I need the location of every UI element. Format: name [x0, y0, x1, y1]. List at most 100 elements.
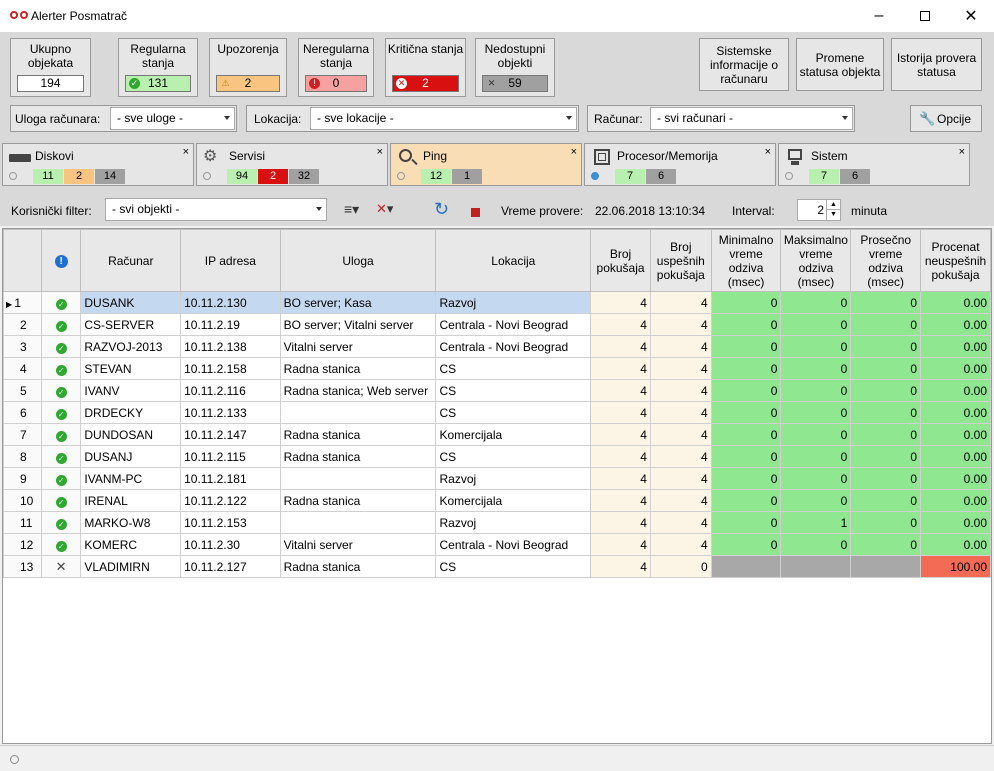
chevron-down-icon[interactable]: ▼	[826, 210, 840, 220]
irregular-states-box[interactable]: Neregularna stanja ! 0	[298, 38, 374, 97]
close-icon[interactable]: ×	[571, 146, 577, 158]
cell-ip: 10.11.2.158	[180, 357, 281, 380]
location-select[interactable]: - sve lokacije -	[310, 107, 577, 130]
cell-attempts: 4	[590, 401, 651, 424]
regular-states-box[interactable]: Regularna stanja ✓ 131	[118, 38, 198, 97]
table-row[interactable]: 2 ✓ CS-SERVER 10.11.2.19 BO server; Vitalni …	[3, 313, 991, 336]
ok-icon: ✓	[129, 78, 140, 89]
close-icon[interactable]: ×	[959, 146, 965, 158]
cell-max-time: 0	[780, 335, 852, 358]
close-icon[interactable]: ×	[377, 146, 383, 158]
col-header-status[interactable]: !	[40, 229, 82, 292]
cell-location: Razvoj	[435, 511, 592, 534]
maximize-button[interactable]	[902, 0, 948, 32]
row-number: 8	[3, 445, 42, 468]
x-icon: ✕	[487, 78, 496, 88]
cell-attempts: 4	[590, 467, 651, 490]
tab-services[interactable]: ⚙ Servisi × 94 2 32	[196, 143, 388, 186]
status-history-button[interactable]: Istorija provera statusa	[891, 38, 982, 91]
chevron-up-icon[interactable]: ▲	[826, 200, 840, 210]
role-select[interactable]: - sve uloge -	[110, 107, 235, 130]
row-number: 9	[3, 467, 42, 490]
table-row[interactable]: 13 ✕ VLADIMIRN 10.11.2.127 Radna stanica CS 4 0…	[3, 555, 991, 578]
tab-disks-label: Diskovi	[35, 149, 74, 163]
cell-computer: IRENAL	[80, 489, 182, 512]
table-row[interactable]: 5 ✓ IVANV 10.11.2.116 Radna stanica; Web ser…	[3, 379, 991, 402]
tab-ping[interactable]: Ping × 12 1	[390, 143, 582, 186]
row-status: ✓	[40, 291, 82, 314]
tab-cpu-memory[interactable]: Procesor/Memorija × 7 6	[584, 143, 776, 186]
refresh-icon[interactable]: ↻	[434, 199, 449, 220]
critical-states-box[interactable]: Kritična stanja ✕ 2	[385, 38, 466, 97]
cell-role	[279, 467, 437, 490]
table-row[interactable]: 3 ✓ RAZVOJ-2013 10.11.2.138 Vitalni server Ce…	[3, 335, 991, 358]
warnings-box[interactable]: Upozorenja ⚠ 2	[209, 38, 287, 97]
col-header-role[interactable]: Uloga	[279, 229, 437, 292]
table-row[interactable]: 6 ✓ DRDECKY 10.11.2.133 CS 4 4 0 0 0 0.00	[3, 401, 991, 424]
cell-successful: 4	[649, 291, 712, 314]
minimize-button[interactable]: –	[856, 0, 902, 32]
table-row[interactable]: ▶ 1 ✓ DUSANK 10.11.2.130 BO server; Kasa Razv…	[3, 291, 991, 314]
ok-icon: ✓	[55, 496, 67, 508]
system-info-button[interactable]: Sistemske informacije o računaru	[699, 38, 789, 91]
user-filter-select[interactable]: - svi objekti -	[105, 198, 327, 221]
options-button[interactable]: 🔧 Opcije	[910, 105, 982, 132]
warnings-value: ⚠ 2	[216, 75, 280, 92]
col-header-computer[interactable]: Računar	[80, 229, 182, 292]
cell-avg-time: 0	[850, 379, 922, 402]
cell-role	[279, 401, 437, 424]
computer-select[interactable]: - svi računari -	[650, 107, 853, 130]
cell-location: Centrala - Novi Beograd	[435, 533, 592, 556]
cell-attempts: 4	[590, 291, 651, 314]
close-button[interactable]: ✕	[948, 0, 994, 32]
col-header-location[interactable]: Lokacija	[435, 229, 592, 292]
cpu-icon	[591, 148, 613, 166]
row-number: 6	[3, 401, 42, 424]
cell-computer: IVANV	[80, 379, 182, 402]
location-filter-label: Lokacija:	[254, 112, 302, 126]
close-icon[interactable]: ×	[765, 146, 771, 158]
cell-attempts: 4	[590, 379, 651, 402]
col-header-max-time[interactable]: Maksimalno vreme odziva (msec)	[780, 229, 852, 292]
unavailable-objects-box[interactable]: Nedostupni objekti ✕ 59	[475, 38, 555, 97]
cell-ip: 10.11.2.153	[180, 511, 281, 534]
table-row[interactable]: 10 ✓ IRENAL 10.11.2.122 Radna stanica Komerci…	[3, 489, 991, 512]
cell-fail-percent: 0.00	[920, 467, 991, 490]
row-status: ✓	[40, 511, 82, 534]
col-header-avg-time[interactable]: Prosečno vreme odziva (msec)	[850, 229, 922, 292]
tab-system[interactable]: Sistem × 7 6	[778, 143, 970, 186]
chevron-down-icon	[316, 207, 322, 211]
cell-ip: 10.11.2.133	[180, 401, 281, 424]
row-status: ✓	[40, 489, 82, 512]
ok-icon: ✓	[55, 386, 67, 398]
ok-icon: ✓	[55, 408, 67, 420]
close-icon[interactable]: ×	[183, 146, 189, 158]
filter-clear-icon[interactable]: ✕▾	[376, 201, 393, 217]
table-row[interactable]: 12 ✓ KOMERC 10.11.2.30 Vitalni server Central…	[3, 533, 991, 556]
options-label: Opcije	[937, 111, 972, 126]
col-header-ip[interactable]: IP adresa	[180, 229, 281, 292]
col-header-attempts[interactable]: Broj pokušaja	[590, 229, 651, 292]
table-row[interactable]: 9 ✓ IVANM-PC 10.11.2.181 Razvoj 4 4 0 0 0 0.00	[3, 467, 991, 490]
cell-min-time: 0	[710, 291, 782, 314]
cell-successful: 0	[649, 555, 712, 578]
col-header-fail-percent[interactable]: Procenat neuspešnih pokušaja	[920, 229, 991, 292]
row-status: ✓	[40, 313, 82, 336]
stop-icon[interactable]	[471, 208, 480, 217]
window-title: Alerter Posmatrač	[31, 9, 128, 23]
cell-location: CS	[435, 379, 592, 402]
tab-disks[interactable]: Diskovi × 11 2 14	[2, 143, 194, 186]
interval-stepper[interactable]: 2 ▲ ▼	[797, 199, 841, 221]
col-header-successful[interactable]: Broj uspešnih pokušaja	[649, 229, 712, 292]
col-header-min-time[interactable]: Minimalno vreme odziva (msec)	[710, 229, 782, 292]
ping-results-grid[interactable]: ! Računar IP adresa Uloga Lokacija Broj …	[2, 228, 992, 744]
status-dot-icon	[785, 172, 793, 180]
filter-edit-icon[interactable]: ≡▾	[344, 201, 359, 218]
cell-successful: 4	[649, 467, 712, 490]
row-number: 5	[3, 379, 42, 402]
status-changes-button[interactable]: Promene statusa objekta	[796, 38, 884, 91]
table-row[interactable]: 4 ✓ STEVAN 10.11.2.158 Radna stanica CS 4 4 0 0 0 0…	[3, 357, 991, 380]
table-row[interactable]: 8 ✓ DUSANJ 10.11.2.115 Radna stanica CS 4 4 0 0 0 0…	[3, 445, 991, 468]
table-row[interactable]: 7 ✓ DUNDOSAN 10.11.2.147 Radna stanica Komerc…	[3, 423, 991, 446]
table-row[interactable]: 11 ✓ MARKO-W8 10.11.2.153 Razvoj 4 4 0 1 0 0.00	[3, 511, 991, 534]
